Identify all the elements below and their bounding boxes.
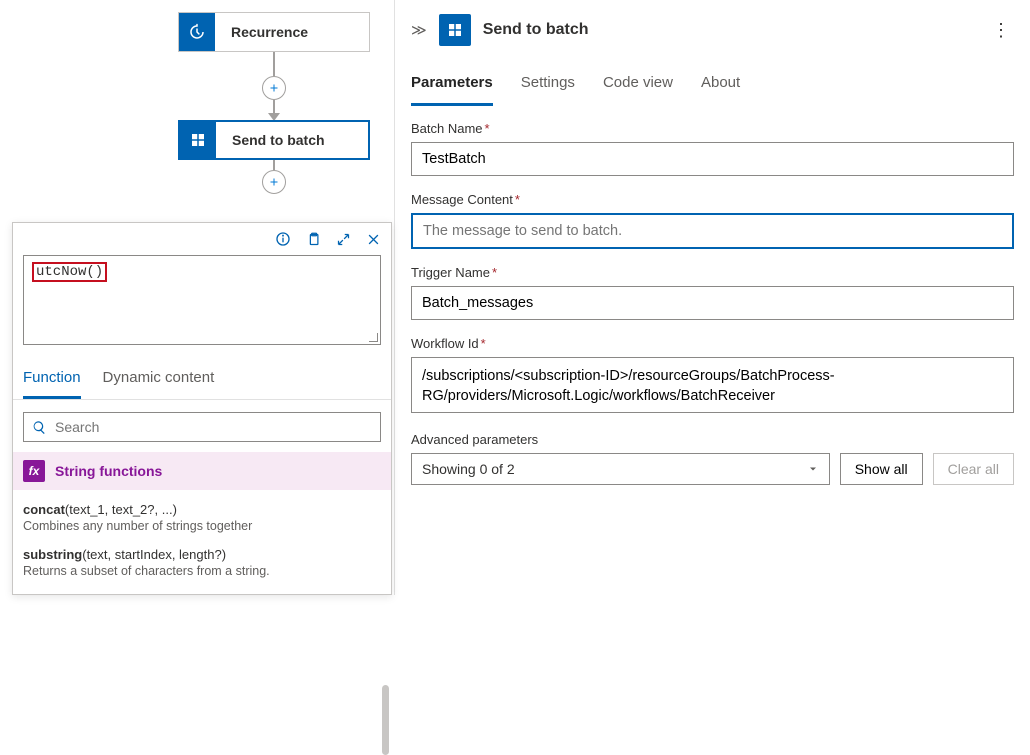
input-batch-name[interactable]	[411, 142, 1014, 176]
label-workflow-id: Workflow Id*	[411, 336, 1014, 351]
edge	[273, 160, 275, 170]
search-icon	[32, 420, 47, 435]
expression-text: utcNow()	[32, 262, 107, 282]
scrollbar[interactable]	[382, 685, 389, 755]
field-batch-name: Batch Name*	[411, 121, 1014, 176]
info-icon[interactable]	[275, 231, 291, 247]
label-batch-name: Batch Name*	[411, 121, 1014, 136]
tab-function[interactable]: Function	[23, 361, 81, 399]
tab-dynamic-content[interactable]: Dynamic content	[103, 361, 215, 399]
category-label: String functions	[55, 463, 162, 479]
details-panel: ≫ Send to batch ⋮ Parameters Settings Co…	[395, 0, 1030, 595]
insert-step-button[interactable]	[262, 76, 286, 100]
category-string-functions[interactable]: fx String functions	[13, 452, 391, 490]
input-message-content[interactable]	[411, 213, 1014, 249]
tab-settings[interactable]: Settings	[521, 64, 575, 106]
expression-editor[interactable]: utcNow()	[23, 255, 381, 345]
clock-icon	[179, 13, 215, 51]
field-workflow-id: Workflow Id* /subscriptions/<subscriptio…	[411, 336, 1014, 416]
close-icon[interactable]	[365, 231, 381, 247]
expand-icon[interactable]	[335, 231, 351, 247]
function-substring[interactable]: substring(text, startIndex, length?) Ret…	[23, 539, 381, 584]
clipboard-icon[interactable]	[305, 231, 321, 247]
search-input[interactable]	[23, 412, 381, 442]
expression-popover: utcNow() Function Dynamic content fx Str…	[12, 222, 392, 595]
node-recurrence[interactable]: Recurrence	[178, 12, 370, 52]
batch-icon	[180, 122, 216, 158]
field-message-content: Message Content*	[411, 192, 1014, 249]
add-step-button[interactable]	[262, 170, 286, 194]
edge	[273, 100, 275, 114]
edge	[273, 52, 275, 76]
chevron-down-icon	[807, 463, 819, 475]
select-summary: Showing 0 of 2	[422, 461, 515, 477]
node-label: Send to batch	[216, 132, 341, 148]
panel-title: Send to batch	[483, 21, 976, 39]
tab-parameters[interactable]: Parameters	[411, 64, 493, 106]
select-advanced[interactable]: Showing 0 of 2	[411, 453, 830, 485]
field-trigger-name: Trigger Name*	[411, 265, 1014, 320]
search-field[interactable]	[55, 419, 372, 435]
more-icon[interactable]: ⋮	[988, 20, 1014, 41]
workflow-canvas[interactable]: Recurrence Send to batch	[0, 0, 395, 595]
advanced-parameters: Advanced parameters Showing 0 of 2	[411, 432, 830, 485]
input-workflow-id[interactable]: /subscriptions/<subscription-ID>/resourc…	[411, 357, 1014, 413]
function-concat[interactable]: concat(text_1, text_2?, ...) Combines an…	[23, 494, 381, 539]
node-send-to-batch[interactable]: Send to batch	[178, 120, 370, 160]
label-trigger-name: Trigger Name*	[411, 265, 1014, 280]
clear-all-button: Clear all	[933, 453, 1014, 485]
resize-handle[interactable]	[368, 332, 378, 342]
collapse-icon[interactable]: ≫	[411, 21, 427, 39]
label-advanced: Advanced parameters	[411, 432, 830, 447]
batch-icon	[439, 14, 471, 46]
tab-code-view[interactable]: Code view	[603, 64, 673, 106]
node-label: Recurrence	[215, 24, 324, 40]
show-all-button[interactable]: Show all	[840, 453, 923, 485]
fx-icon: fx	[23, 460, 45, 482]
label-message-content: Message Content*	[411, 192, 1014, 207]
tab-about[interactable]: About	[701, 64, 740, 106]
input-trigger-name[interactable]	[411, 286, 1014, 320]
